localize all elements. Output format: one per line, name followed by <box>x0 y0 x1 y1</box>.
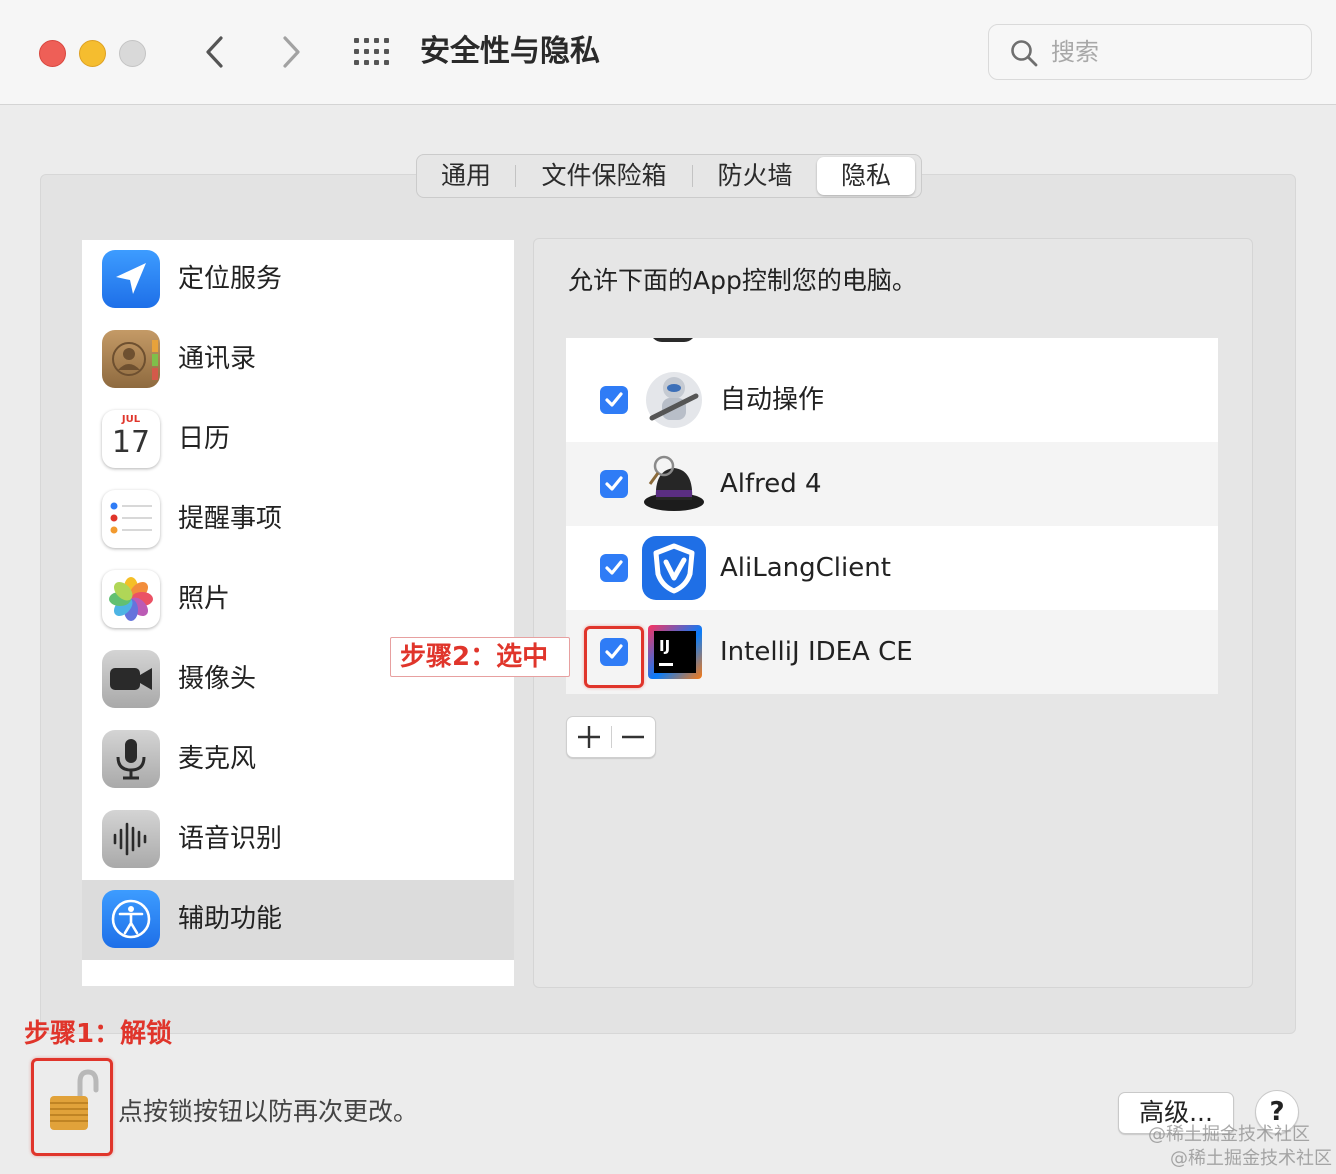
minimize-window-button[interactable] <box>79 40 106 67</box>
calendar-day: 17 <box>111 425 151 460</box>
app-name: Alfred 4 <box>720 469 822 499</box>
lock-hint-text: 点按锁按钮以防再次更改。 <box>118 1097 419 1126</box>
app-name: IntelliJ IDEA CE <box>720 637 913 667</box>
minus-icon <box>622 735 644 739</box>
sidebar-item-microphone[interactable]: 麦克风 <box>82 720 514 800</box>
accessibility-icon <box>102 890 160 948</box>
sidebar-item-photos[interactable]: 照片 <box>82 560 514 640</box>
microphone-icon <box>102 730 160 788</box>
annotation-step2: 步骤2：选中 <box>400 642 549 672</box>
sidebar-item-label: 提醒事项 <box>178 504 283 534</box>
sidebar-item-accessibility[interactable]: 辅助功能 <box>82 880 514 960</box>
contacts-icon <box>102 330 160 388</box>
grid-dots-icon <box>354 38 389 65</box>
tab-filevault[interactable]: 文件保险箱 <box>516 157 692 195</box>
location-arrow-icon <box>102 250 160 308</box>
sidebar-item-label: 照片 <box>178 584 231 614</box>
reminders-icon <box>102 490 160 548</box>
sidebar-item-label: 麦克风 <box>178 744 257 774</box>
back-button[interactable] <box>195 30 235 74</box>
privacy-category-list[interactable]: 定位服务 通讯录 JUL 17 日历 提醒事项 照片 摄像头 麦克风 语音识别 … <box>82 240 514 986</box>
checkmark-icon <box>605 392 623 407</box>
tab-bar: 通用 文件保险箱 防火墙 隐私 <box>416 154 922 198</box>
chevron-right-icon <box>283 36 300 68</box>
alfred-icon <box>642 452 706 516</box>
partial-app-icon <box>650 338 696 342</box>
app-row-alilang[interactable]: AliLangClient <box>566 526 1218 610</box>
remove-app-button[interactable] <box>611 717 655 757</box>
window-title: 安全性与隐私 <box>420 34 600 69</box>
calendar-month: JUL <box>121 414 141 425</box>
sidebar-item-label: 摄像头 <box>178 664 257 694</box>
sidebar-item-label: 辅助功能 <box>178 904 283 934</box>
camera-icon <box>102 650 160 708</box>
tab-firewall[interactable]: 防火墙 <box>693 157 817 195</box>
search-field[interactable]: 搜索 <box>988 24 1312 80</box>
app-row-intellij[interactable]: IJ IntelliJ IDEA CE <box>566 610 1218 694</box>
app-checkbox-alilang[interactable] <box>600 554 628 582</box>
checkmark-icon <box>605 560 623 575</box>
unlocked-padlock-icon[interactable] <box>46 1068 100 1134</box>
add-app-button[interactable] <box>567 717 611 757</box>
sidebar-item-contacts[interactable]: 通讯录 <box>82 320 514 400</box>
sidebar-item-label: 日历 <box>178 424 231 454</box>
search-icon <box>1011 40 1038 67</box>
sidebar-item-location[interactable]: 定位服务 <box>82 240 514 320</box>
plus-icon <box>578 726 600 748</box>
calendar-icon: JUL 17 <box>102 410 160 468</box>
automator-icon <box>642 368 706 432</box>
sidebar-item-label: 语音识别 <box>178 824 283 854</box>
checkmark-icon <box>605 476 623 491</box>
title-bar: 安全性与隐私 搜索 <box>0 0 1336 105</box>
sidebar-item-reminders[interactable]: 提醒事项 <box>82 480 514 560</box>
watermark: @稀土掘金技术社区 <box>1148 1124 1310 1145</box>
privacy-description: 允许下面的App控制您的电脑。 <box>568 266 917 295</box>
add-remove-control <box>566 716 656 758</box>
app-name: 自动操作 <box>720 385 825 415</box>
app-list[interactable]: 自动操作 Alfred 4 AliLangClient IJ IntelliJ … <box>566 338 1218 694</box>
watermark: @稀土掘金技术社区 <box>1170 1148 1332 1169</box>
forward-button[interactable] <box>271 30 311 74</box>
sidebar-item-speech[interactable]: 语音识别 <box>82 800 514 880</box>
zoom-window-button[interactable] <box>119 40 146 67</box>
app-name: AliLangClient <box>720 553 891 583</box>
sidebar-item-label: 定位服务 <box>178 264 283 294</box>
close-window-button[interactable] <box>39 40 66 67</box>
sidebar-item-calendar[interactable]: JUL 17 日历 <box>82 400 514 480</box>
app-checkbox-alfred[interactable] <box>600 470 628 498</box>
speech-recognition-icon <box>102 810 160 868</box>
chevron-left-icon <box>206 36 223 68</box>
annotation-step1: 步骤1：解锁 <box>24 1019 173 1049</box>
app-checkbox-automator[interactable] <box>600 386 628 414</box>
alilang-shield-icon <box>642 536 706 600</box>
intellij-icon: IJ <box>648 625 702 679</box>
photos-icon <box>102 570 160 628</box>
app-row-alfred[interactable]: Alfred 4 <box>566 442 1218 526</box>
svg-text:IJ: IJ <box>659 637 670 655</box>
annotation-checkbox-highlight <box>584 626 644 688</box>
search-placeholder: 搜索 <box>1051 38 1099 66</box>
sidebar-item-label: 通讯录 <box>178 344 257 374</box>
tab-general[interactable]: 通用 <box>417 157 515 195</box>
app-row-automator[interactable]: 自动操作 <box>566 358 1218 442</box>
tab-privacy[interactable]: 隐私 <box>817 157 915 195</box>
show-all-button[interactable] <box>352 36 392 68</box>
